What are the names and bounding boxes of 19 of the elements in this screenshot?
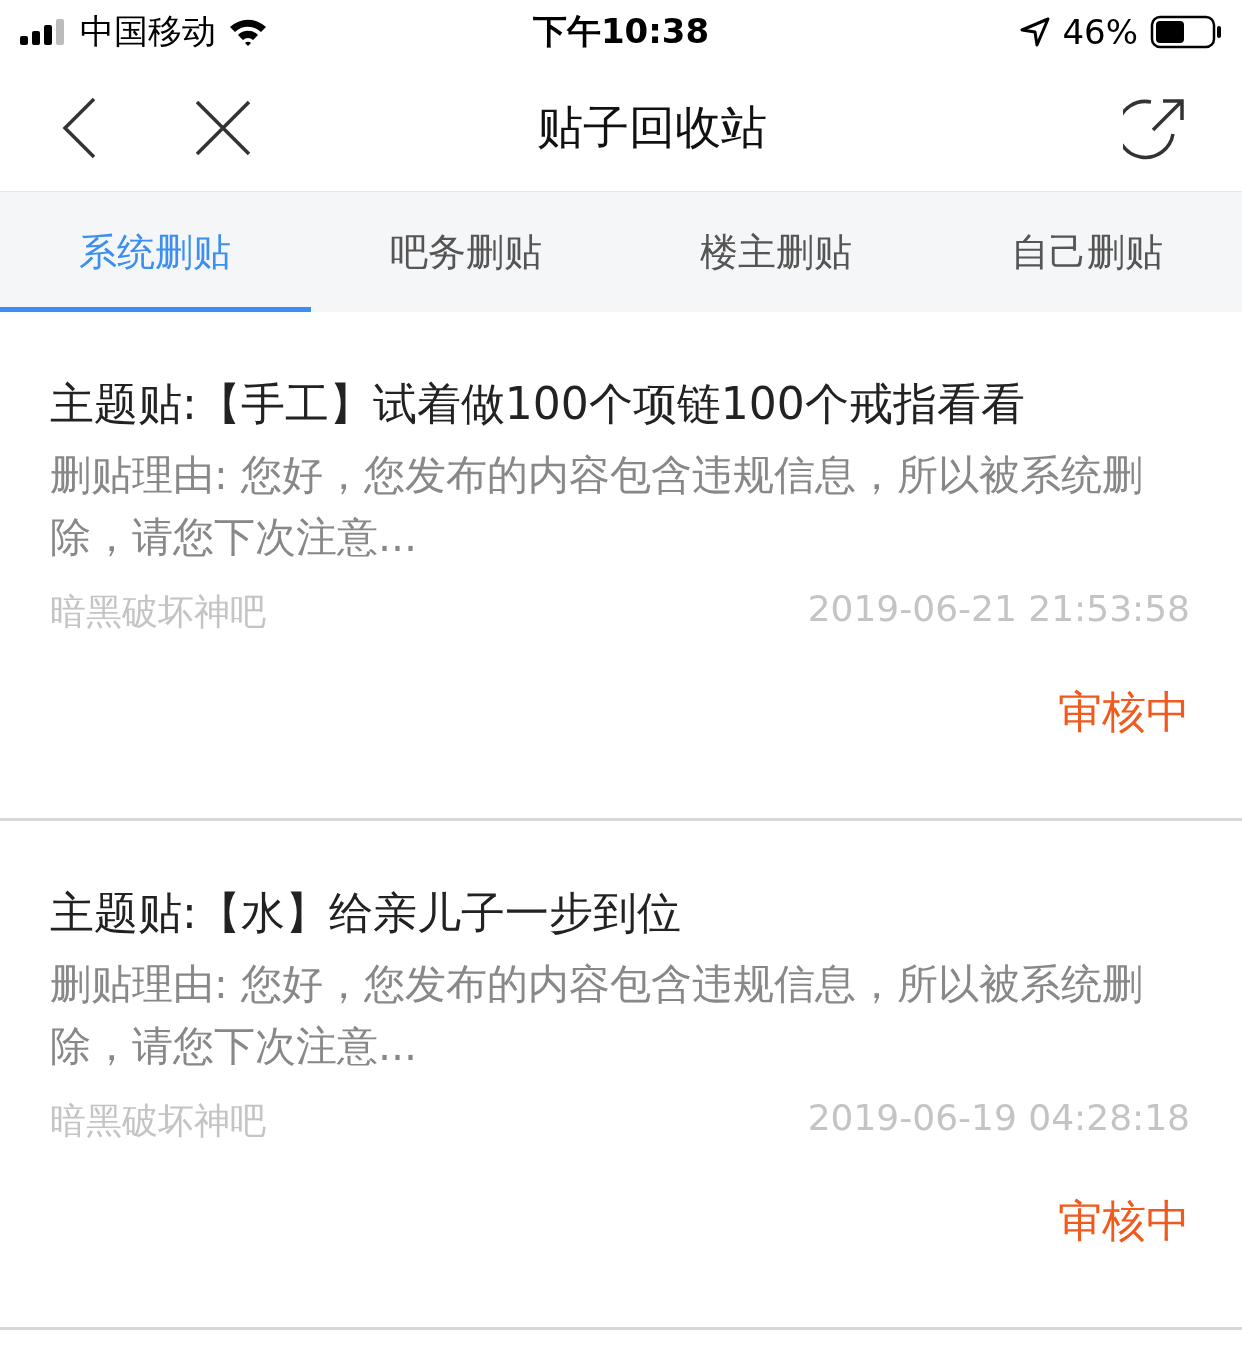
post-title[interactable]: 主题贴:【水】给亲儿子一步到位 [50, 883, 1190, 943]
post-title[interactable]: 主题贴:【手工】试着做100个项链100个戒指看看 [50, 374, 1190, 434]
tab[interactable]: 吧务删贴 [310, 192, 621, 312]
review-status: 审核中 [1058, 1194, 1190, 1248]
tab[interactable]: 楼主删贴 [621, 192, 932, 312]
review-status: 审核中 [1058, 685, 1190, 739]
wifi-icon [228, 17, 268, 47]
post-time: 2019-06-19 04:28:18 [807, 1097, 1190, 1140]
clock-time: 下午10:38 [532, 10, 710, 53]
tab[interactable]: 自己删贴 [931, 192, 1242, 312]
carrier-name: 中国移动 [80, 10, 216, 53]
location-arrow-icon [1020, 17, 1051, 47]
battery-icon [1150, 15, 1222, 49]
page-title: 贴子回收站 [536, 98, 768, 156]
battery-percent: 46% [1062, 12, 1138, 52]
delete-reason: 删贴理由: 您好，您发布的内容包含违规信息，所以被系统删除，请您下次注意... [50, 450, 1144, 563]
post-time: 2019-06-21 21:53:58 [807, 588, 1190, 631]
delete-reason: 删贴理由: 您好，您发布的内容包含违规信息，所以被系统删除，请您下次注意... [50, 959, 1144, 1072]
close-button[interactable] [195, 99, 251, 156]
